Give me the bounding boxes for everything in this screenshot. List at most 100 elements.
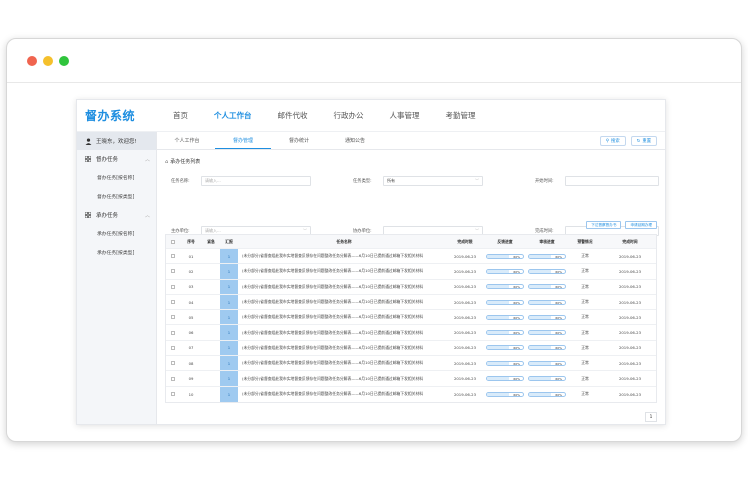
tab-2[interactable]: 督办统计 [271, 137, 327, 149]
table-row[interactable]: 09 1 (未分部分)省督查组赴我市实地督查反馈存在问题整改任务分解表——6月10日… [166, 371, 656, 387]
row-checkbox[interactable] [171, 345, 175, 350]
table-row[interactable]: 04 1 (未分部分)省督查组赴我市实地督查反馈存在问题整改任务分解表——6月10日… [166, 294, 656, 311]
column-header: 任务名称 [336, 238, 352, 244]
nav-item-4[interactable]: 人事管理 [390, 110, 420, 121]
row-checkbox[interactable] [171, 376, 175, 381]
audit-progress: 60% [526, 253, 568, 259]
task-name-link[interactable]: (未分部分)省督查组赴我市实地督查反馈存在问题整改任务分解表——6月10日已提前… [238, 345, 446, 351]
issue-supervision-button[interactable]: 下达督察督办书 [586, 221, 622, 229]
row-checkbox[interactable] [171, 300, 175, 305]
progress-bar: 60% [486, 345, 524, 351]
row-checkbox[interactable] [171, 269, 175, 274]
list-icon: ⌂ [165, 158, 169, 165]
progress-bar: 60% [486, 284, 524, 290]
task-name-link[interactable]: (未分部分)省督查组赴我市实地督查反馈存在问题整改任务分解表——6月10日已提前… [238, 360, 446, 366]
progress-bar: 60% [486, 268, 524, 274]
warning-status: 正常 [581, 360, 589, 366]
table-row[interactable]: 06 1 (未分部分)省督查组赴我市实地督查反馈存在问题整改任务分解表——6月10日… [166, 325, 656, 341]
column-header: 序号 [187, 238, 195, 244]
progress-fill [529, 254, 551, 258]
top-nav-bar: 督办系统 首页 个人工作台 邮件代收 行政办公 人事管理 考勤管理 [77, 100, 665, 132]
task-name-link[interactable]: (未分部分)省督查组赴我市实地督查反馈存在问题整改任务分解表——6月10日已提前… [238, 314, 446, 320]
progress-bar: 60% [528, 330, 566, 336]
sidebar-item[interactable]: 督办任务[按名称] [77, 168, 156, 187]
report-cell: 1 [220, 386, 238, 402]
row-checkbox-cell [166, 269, 180, 274]
task-name-link[interactable]: (未分部分)省督查组赴我市实地督查反馈存在问题整改任务分解表——6月10日已提前… [238, 376, 446, 382]
audit-progress: 60% [526, 314, 568, 320]
feedback-progress: 60% [484, 376, 526, 382]
report-cell: 1 [220, 294, 238, 310]
minimize-window-button[interactable] [43, 56, 53, 66]
reset-button[interactable]: ↻ 重置 [630, 136, 657, 146]
report-cell: 1 [220, 310, 238, 325]
search-button-label: 搜索 [611, 139, 620, 144]
task-name-link[interactable]: (未分部分)省督查组赴我市实地督查反馈存在问题整改任务分解表——6月10日已提前… [238, 268, 446, 274]
nav-item-5[interactable]: 考勤管理 [446, 110, 476, 121]
progress-text: 60% [513, 254, 520, 259]
table-row[interactable]: 08 1 (未分部分)省督查组赴我市实地督查反馈存在问题整改任务分解表——6月10日… [166, 356, 656, 372]
task-name-link[interactable]: (未分部分)省督查组赴我市实地督查反馈存在问题整改任务分解表——6月10日已提前… [238, 330, 446, 336]
select-all-checkbox[interactable] [171, 239, 175, 244]
table-row[interactable]: 03 1 (未分部分)省督查组赴我市实地督查反馈存在问题整改任务分解表——6月10日… [166, 279, 656, 295]
row-number: 02 [188, 268, 194, 274]
sidebar-item[interactable]: 承办任务[按类型] [77, 243, 156, 262]
sidebar-item[interactable]: 督办任务[按类型] [77, 187, 156, 206]
nav-item-0[interactable]: 首页 [173, 110, 188, 121]
row-checkbox-cell [166, 376, 180, 381]
progress-bar: 60% [528, 284, 566, 290]
section-title-text: 承办任务列表 [170, 159, 201, 165]
row-checkbox[interactable] [171, 330, 175, 335]
progress-text: 60% [555, 361, 562, 366]
search-button[interactable]: ⚲ 搜索 [599, 136, 626, 146]
progress-text: 60% [513, 315, 520, 320]
deadline: 2019-06-23 [453, 360, 477, 366]
progress-bar: 60% [486, 330, 524, 336]
row-checkbox[interactable] [171, 284, 175, 289]
nav-item-2[interactable]: 邮件代收 [278, 110, 308, 121]
row-checkbox-cell [166, 284, 180, 289]
pagination-page[interactable]: 1 [645, 412, 657, 422]
progress-bar: 60% [528, 376, 566, 382]
task-name-link[interactable]: (未分部分)省督查组赴我市实地督查反馈存在问题整改任务分解表——6月10日已提前… [238, 299, 446, 305]
task-name-link[interactable]: (未分部分)省督查组赴我市实地督查反馈存在问题整改任务分解表——6月10日已提前… [238, 391, 446, 397]
table-row[interactable]: 02 1 (未分部分)省督查组赴我市实地督查反馈存在问题整改任务分解表——6月10日… [166, 264, 656, 280]
row-checkbox[interactable] [171, 315, 175, 320]
progress-bar: 60% [528, 391, 566, 397]
tab-1[interactable]: 督办管理 [215, 137, 271, 149]
completion-time: 2019-06-23 [618, 330, 642, 336]
nav-item-3[interactable]: 行政办公 [334, 110, 364, 121]
completion-time: 2019-06-23 [618, 299, 642, 305]
table-row[interactable]: 07 1 (未分部分)省督查组赴我市实地督查反馈存在问题整改任务分解表——6月10日… [166, 340, 656, 357]
main-content: 个人工作台 督办管理 督办统计 通知公告 ⚲ 搜索 ↻ 重置 ⌂ 承办任务列表 任务名… [157, 132, 665, 424]
row-checkbox[interactable] [171, 361, 175, 366]
row-checkbox-cell [166, 330, 180, 335]
sidebar-menu: 督办任务 ︿ 督办任务[按名称] 督办任务[按类型] 承办任务 ︿ 承办任务[按名称] 承办任… [77, 150, 156, 262]
sidebar-group-1[interactable]: 承办任务 ︿ [77, 206, 156, 224]
maximize-window-button[interactable] [59, 56, 69, 66]
row-number: 03 [188, 284, 194, 290]
table-row[interactable]: 01 1 (未分部分)省督查组赴我市实地督查反馈存在问题整改任务分解表——6月10日… [166, 249, 656, 265]
sidebar-group-0[interactable]: 督办任务 ︿ [77, 150, 156, 168]
apply-extension-button[interactable]: 申请延期办理 [625, 221, 657, 229]
task-name-link[interactable]: (未分部分)省督查组赴我市实地督查反馈存在问题整改任务分解表——6月10日已提前… [238, 284, 446, 290]
progress-fill [487, 346, 509, 350]
nav-item-1[interactable]: 个人工作台 [214, 110, 252, 121]
column-header: 完成时间 [622, 238, 638, 244]
progress-fill [529, 315, 551, 319]
task-type-select[interactable]: 所有 ﹀ [383, 176, 483, 186]
close-window-button[interactable] [27, 56, 37, 66]
tab-0[interactable]: 个人工作台 [159, 137, 215, 149]
tab-3[interactable]: 通知公告 [327, 137, 383, 149]
task-name-input[interactable]: 请输入... [201, 176, 311, 186]
completion-time: 2019-06-23 [618, 268, 642, 274]
sidebar-item[interactable]: 承办任务[按名称] [77, 224, 156, 243]
task-name-link[interactable]: (未分部分)省督查组赴我市实地督查反馈存在问题整改任务分解表——6月10日已提前… [238, 253, 446, 259]
start-time-input[interactable] [565, 176, 659, 186]
row-checkbox[interactable] [171, 254, 175, 259]
row-checkbox[interactable] [171, 392, 175, 397]
progress-bar: 60% [486, 376, 524, 382]
sidebar: 王晓东，欢迎您! 督办任务 ︿ 督办任务[按名称] 督办任务[按类型] 承办任务 ︿ 承办任… [77, 132, 157, 424]
table-row[interactable]: 05 1 (未分部分)省督查组赴我市实地督查反馈存在问题整改任务分解表——6月10日… [166, 310, 656, 326]
table-row[interactable]: 10 1 (未分部分)省督查组赴我市实地督查反馈存在问题整改任务分解表——6月10日… [166, 386, 656, 402]
